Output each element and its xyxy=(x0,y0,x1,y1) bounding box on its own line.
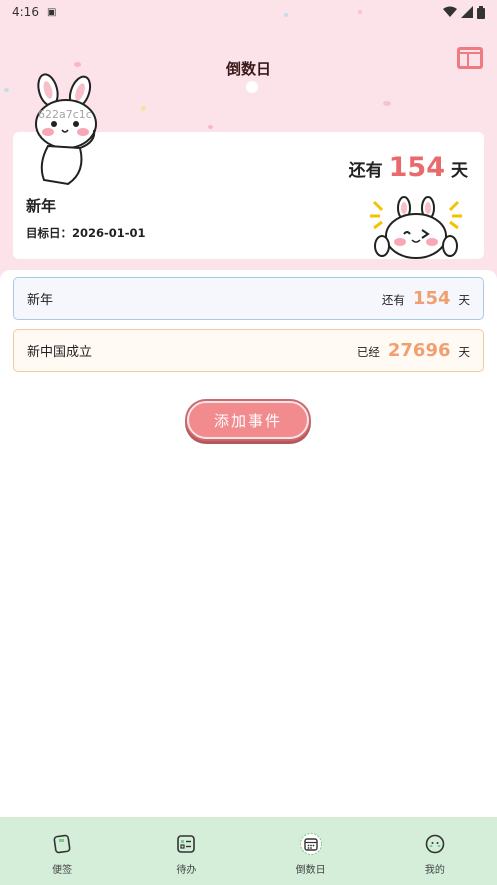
hero-prefix: 还有 xyxy=(348,161,383,181)
event-days: 27696 xyxy=(387,340,451,361)
bottom-nav: 便签 待办 倒数日 我的 xyxy=(0,817,497,885)
android-icon: ▣ xyxy=(46,6,57,18)
status-bar: 4:16 ▣ xyxy=(0,0,497,24)
hero-remaining: 还有 154 天 xyxy=(349,152,468,183)
event-name: 新年 xyxy=(27,293,54,308)
nav-item-profile[interactable]: 我的 xyxy=(373,817,497,885)
event-name: 新中国成立 xyxy=(27,345,93,360)
hero-unit: 天 xyxy=(451,161,468,181)
battery-icon xyxy=(477,5,485,19)
hero-target-date: 目标日：2026-01-01 xyxy=(26,226,146,240)
calendar-icon xyxy=(299,833,322,855)
add-event-button[interactable]: 添加事件 xyxy=(187,401,309,439)
status-time: 4:16 xyxy=(12,5,39,19)
nav-item-notes[interactable]: 便签 xyxy=(0,817,124,885)
hero-event-name: 新年 xyxy=(26,197,57,215)
layout-icon[interactable] xyxy=(456,46,484,70)
todo-icon xyxy=(177,835,196,853)
confetti xyxy=(4,88,9,92)
nav-item-countdown[interactable]: 倒数日 xyxy=(249,817,373,885)
event-unit: 天 xyxy=(458,293,471,307)
confetti xyxy=(246,81,258,93)
confetti xyxy=(208,125,213,129)
bunny-happy-sticker xyxy=(370,196,462,259)
event-unit: 天 xyxy=(458,345,471,359)
event-prefix: 已经 xyxy=(356,345,380,359)
event-days: 154 xyxy=(412,288,451,309)
watermark: 622a7c1c xyxy=(38,108,92,121)
event-prefix: 还有 xyxy=(381,293,405,307)
nav-label: 便签 xyxy=(52,865,73,876)
confetti xyxy=(141,106,146,111)
nav-label: 待办 xyxy=(176,865,197,876)
nav-label: 倒数日 xyxy=(295,865,326,876)
hero-days: 154 xyxy=(388,152,445,183)
profile-icon xyxy=(425,834,445,854)
event-countdown: 还有 154 天 xyxy=(382,288,470,309)
notes-icon xyxy=(53,834,71,854)
confetti xyxy=(383,101,391,106)
nav-item-todo[interactable]: 待办 xyxy=(124,817,248,885)
bunny-waving-sticker xyxy=(35,73,97,186)
event-row[interactable]: 新中国成立 已经 27696 天 xyxy=(13,329,484,372)
event-row[interactable]: 新年 还有 154 天 xyxy=(13,277,484,320)
nav-label: 我的 xyxy=(424,865,445,876)
event-countdown: 已经 27696 天 xyxy=(357,340,470,361)
wifi-icon xyxy=(443,6,457,17)
signal-icon xyxy=(461,6,473,18)
